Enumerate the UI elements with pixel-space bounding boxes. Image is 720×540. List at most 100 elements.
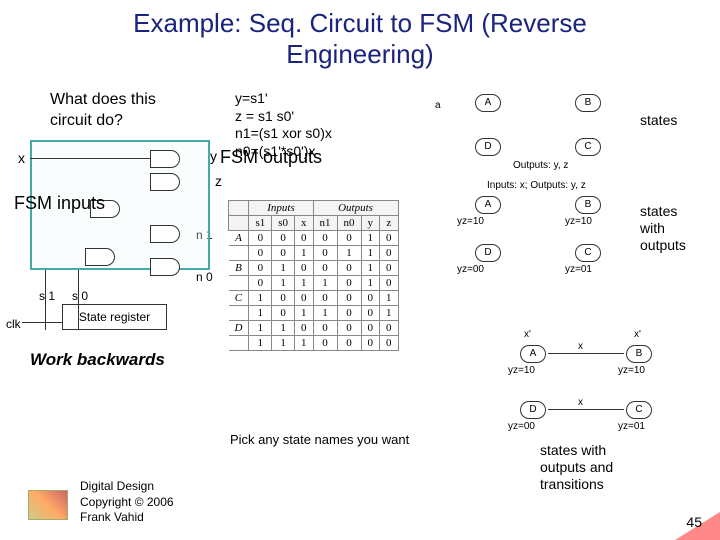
cell: 1 (272, 276, 295, 291)
wire (22, 322, 62, 323)
title-line2: Engineering) (286, 39, 433, 69)
cell: 1 (272, 261, 295, 276)
sd2-caption: Inputs: x; Outputs: y, z (487, 180, 586, 191)
state-node: D (475, 138, 501, 156)
row-label: A (229, 231, 249, 246)
cell: 0 (249, 231, 272, 246)
state-diagram-3: A yz=10 B yz=10 C yz=01 D yz=00 x x' x' … (505, 330, 685, 440)
cell: 0 (337, 321, 361, 336)
th-col: z (380, 216, 399, 231)
cell: 0 (337, 231, 361, 246)
eq-n1: n1=(s1 xor s0)x (235, 125, 332, 143)
cell: 0 (249, 246, 272, 261)
state-node: A (520, 345, 546, 363)
cell: 1 (295, 306, 314, 321)
wire (78, 270, 79, 330)
edge-label: x' (524, 329, 531, 340)
cell: 1 (272, 321, 295, 336)
question-l2: circuit do? (50, 112, 123, 129)
cell: 0 (337, 306, 361, 321)
cell: 1 (249, 336, 272, 351)
state-node: C (626, 401, 652, 419)
marker-a: a (435, 100, 441, 111)
node-annot: yz=01 (565, 264, 592, 275)
cell: 0 (337, 261, 361, 276)
cell: 0 (295, 231, 314, 246)
row-label (229, 336, 249, 351)
th-inputs: Inputs (249, 201, 313, 216)
state-node: B (575, 94, 601, 112)
fsm-inputs-label: FSM inputs (14, 193, 105, 214)
row-label (229, 246, 249, 261)
cell: 0 (337, 276, 361, 291)
cell: 1 (380, 306, 399, 321)
edge-label: x (578, 397, 583, 408)
cell: 0 (313, 261, 337, 276)
th-col: n1 (313, 216, 337, 231)
title-line1: Example: Seq. Circuit to FSM (Reverse (133, 8, 587, 38)
cell: 0 (380, 261, 399, 276)
cell: 1 (295, 276, 314, 291)
th-col: s1 (249, 216, 272, 231)
th-col: y (361, 216, 380, 231)
state-node: A (475, 196, 501, 214)
state-node: C (575, 138, 601, 156)
cell: 0 (380, 246, 399, 261)
cell: 1 (361, 231, 380, 246)
cell: 0 (380, 321, 399, 336)
page-number: 45 (686, 514, 702, 530)
cell: 0 (361, 336, 380, 351)
footer-l1: Digital Design (80, 479, 174, 495)
state-node: C (575, 244, 601, 262)
node-annot: yz=10 (457, 216, 484, 227)
node-annot: yz=00 (508, 421, 535, 432)
label-states-outputs: stateswithoutputs (640, 203, 686, 253)
edge-label: x (578, 341, 583, 352)
cell: 0 (313, 246, 337, 261)
cell: 0 (313, 321, 337, 336)
th-col: n0 (337, 216, 361, 231)
state-node: B (575, 196, 601, 214)
cell: 1 (272, 336, 295, 351)
state-diagram-2: A yz=10 B yz=10 C yz=01 D yz=00 Inputs: … (465, 190, 635, 280)
label-states: states (640, 112, 677, 128)
cell: 1 (295, 336, 314, 351)
sd1-caption: Outputs: y, z (513, 160, 568, 171)
cell: 0 (361, 321, 380, 336)
cell: 1 (337, 246, 361, 261)
cell: 0 (295, 291, 314, 306)
signal-x: x (18, 150, 25, 166)
wire (45, 270, 46, 330)
signal-s1: s 1 (39, 289, 55, 303)
row-label: C (229, 291, 249, 306)
nand-gate-icon (85, 248, 115, 266)
node-annot: yz=10 (565, 216, 592, 227)
pick-names: Pick any state names you want (230, 432, 409, 447)
th-col: x (295, 216, 314, 231)
cell: 0 (337, 291, 361, 306)
cell: 0 (272, 306, 295, 321)
state-node: D (520, 401, 546, 419)
label-states-full: states withoutputs andtransitions (540, 442, 613, 492)
th-outputs: Outputs (313, 201, 398, 216)
th-col: s0 (272, 216, 295, 231)
state-node: B (626, 345, 652, 363)
cell: 0 (295, 321, 314, 336)
node-annot: yz=01 (618, 421, 645, 432)
row-label (229, 276, 249, 291)
cell: 0 (380, 336, 399, 351)
cell: 0 (313, 291, 337, 306)
signal-s0: s 0 (72, 289, 88, 303)
cell: 0 (361, 291, 380, 306)
and-gate-icon (150, 225, 180, 243)
state-node: A (475, 94, 501, 112)
cell: 1 (295, 246, 314, 261)
cell: 1 (361, 246, 380, 261)
row-label (229, 306, 249, 321)
cell: 0 (249, 261, 272, 276)
cell: 1 (249, 291, 272, 306)
cell: 0 (272, 291, 295, 306)
wire (30, 158, 150, 159)
cell: 0 (337, 336, 361, 351)
question-l1: What does this (50, 91, 156, 108)
